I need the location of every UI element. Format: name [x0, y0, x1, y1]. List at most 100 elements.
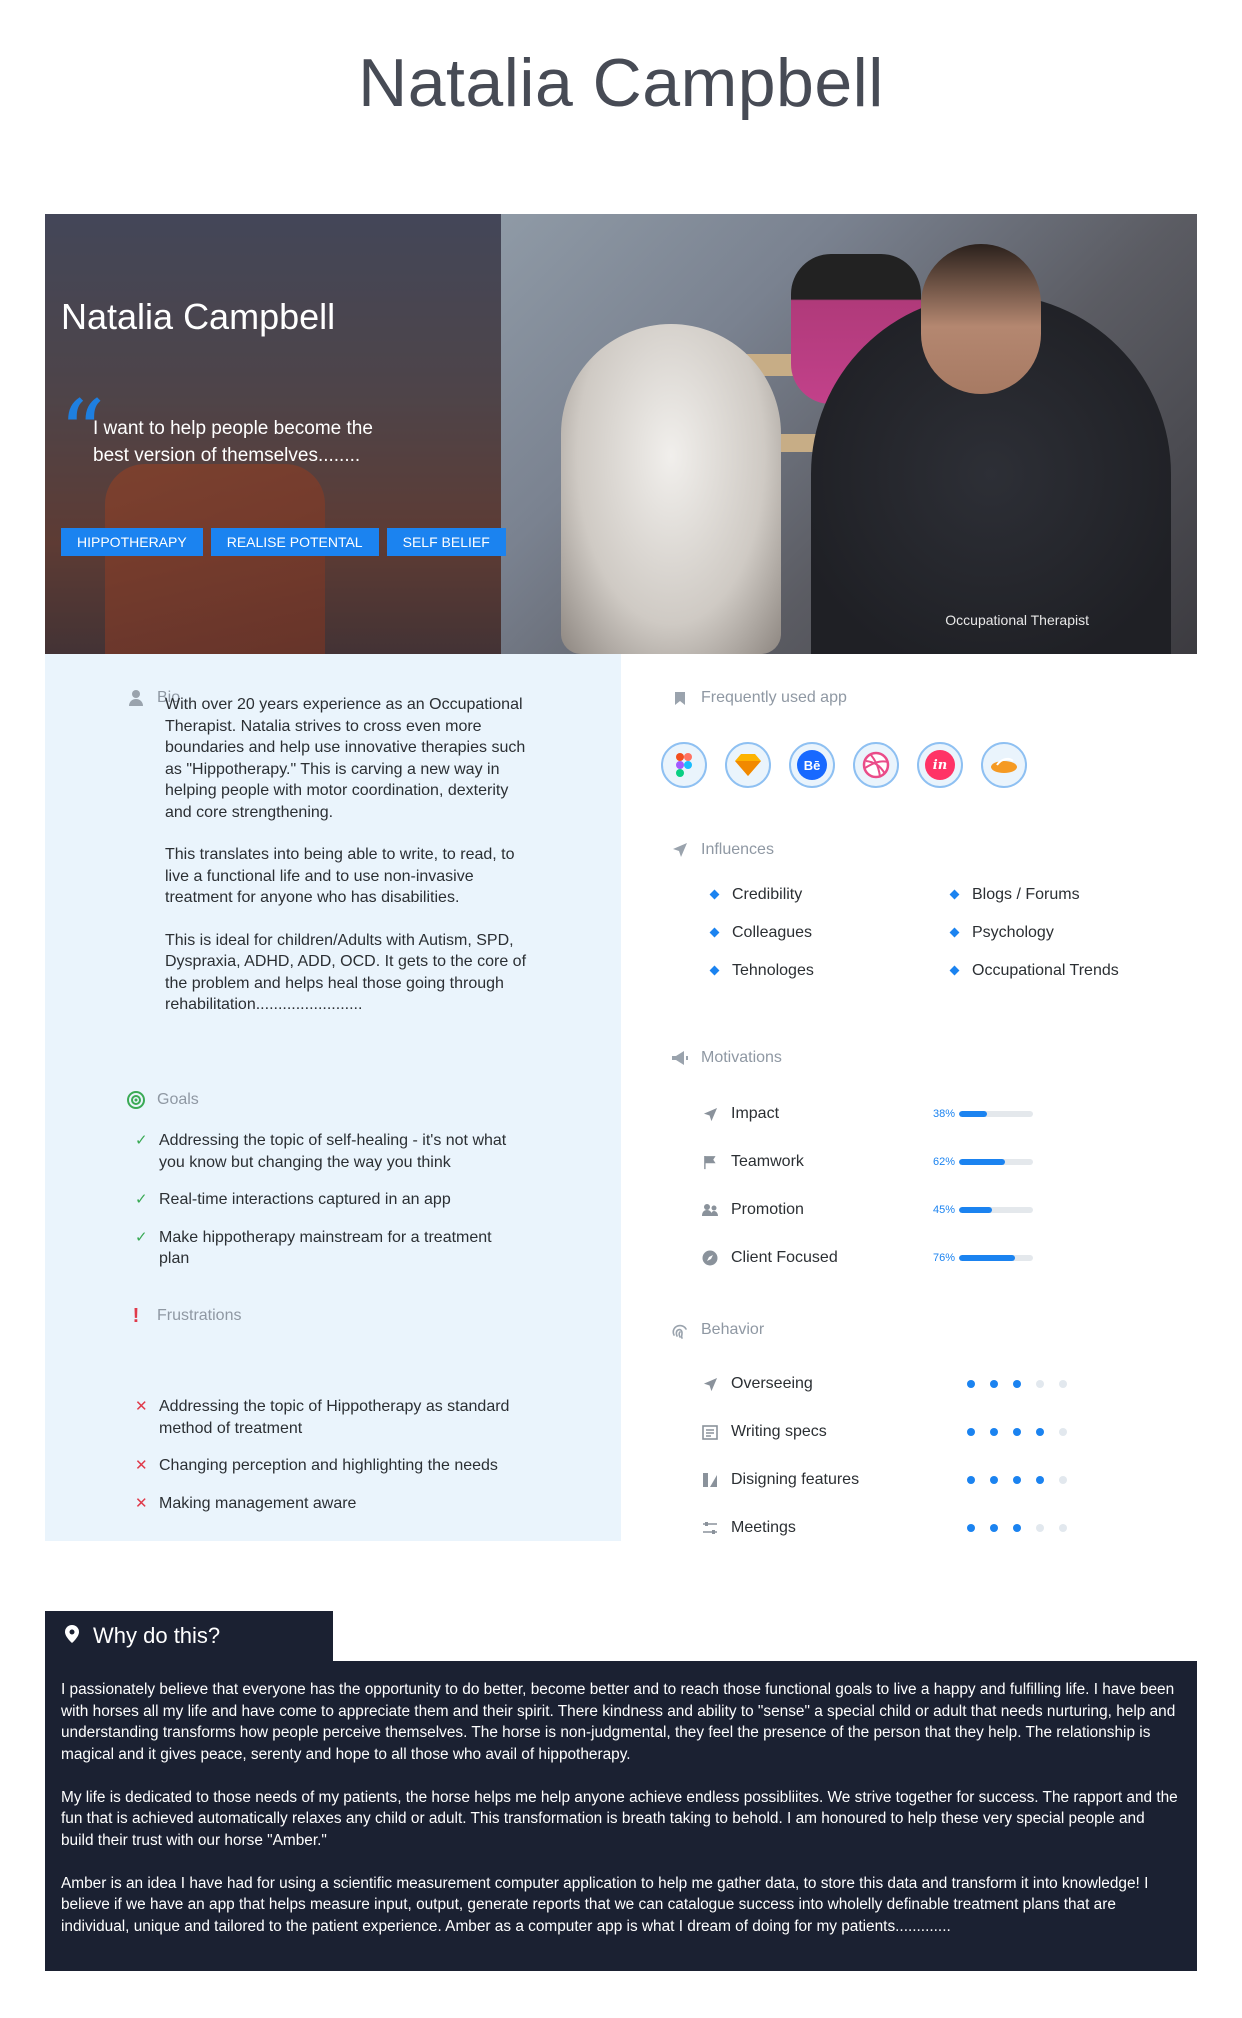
why-heading: Why do this? [45, 1611, 333, 1661]
rating-dot [990, 1380, 998, 1388]
invision-icon[interactable]: in [917, 742, 963, 788]
tag[interactable]: REALISE POTENTAL [210, 528, 379, 556]
hero-name: Natalia Campbell [61, 296, 336, 337]
apps-heading: Frequently used app [669, 687, 847, 709]
rating-dots [967, 1476, 1067, 1484]
bio-paragraph: This is ideal for children/Adults with A… [165, 931, 527, 1014]
sketch-icon[interactable] [725, 742, 771, 788]
frustrations-list: ✕ Addressing the topic of Hippotherapy as… [135, 1396, 515, 1530]
list-item: ✕ Addressing the topic of Hippotherapy as… [135, 1396, 515, 1439]
progress-bar [959, 1255, 1033, 1261]
rating-dot [1013, 1476, 1021, 1484]
progress-fill [959, 1207, 993, 1213]
influences-heading: Influences [669, 839, 774, 861]
bio-paragraph: This translates into being able to write… [165, 846, 515, 906]
list-item: ✓ Addressing the topic of self-healing - … [135, 1130, 515, 1173]
behavior-row: Overseeing [701, 1360, 1121, 1408]
list-item: Colleagues [709, 922, 951, 943]
bullet-icon [949, 927, 960, 938]
rating-dot [1059, 1476, 1067, 1484]
rating-dot [1036, 1524, 1044, 1532]
frustrations-heading: ! Frustrations [125, 1304, 242, 1327]
list-item: Tehnologes [709, 960, 951, 981]
swift-icon[interactable] [981, 742, 1027, 788]
why-paragraph: My life is dedicated to those needs of m… [61, 1788, 1178, 1849]
rating-dots [967, 1380, 1067, 1388]
figma-icon[interactable] [661, 742, 707, 788]
rating-dot [967, 1380, 975, 1388]
navigation-icon [701, 1105, 719, 1123]
right-panel: Frequently used app Bē in Influences Cre… [621, 654, 1197, 1541]
motivation-row: Client Focused 76% [701, 1234, 1121, 1282]
progress-bar [959, 1159, 1033, 1165]
target-icon [125, 1089, 147, 1111]
why-body: I passionately believe that everyone has… [45, 1661, 1197, 1971]
navigation-icon [701, 1375, 719, 1393]
bullet-icon [949, 965, 960, 976]
rating-dots [967, 1428, 1067, 1436]
list-item: Credibility [709, 884, 951, 905]
rating-dot [1013, 1524, 1021, 1532]
bullet-icon [949, 889, 960, 900]
rating-dot [1036, 1476, 1044, 1484]
flag-icon [701, 1153, 719, 1171]
progress-fill [959, 1255, 1016, 1261]
progress-bar [959, 1111, 1033, 1117]
bullet-icon [709, 965, 720, 976]
why-paragraph: Amber is an idea I have had for using a … [61, 1874, 1149, 1935]
hero-role: Occupational Therapist [945, 612, 1089, 628]
user-icon [125, 687, 147, 709]
left-panel: Bio With over 20 years experience as an … [45, 654, 621, 1541]
list-item: Psychology [949, 922, 1161, 943]
page-title: Natalia Campbell [358, 45, 884, 121]
document-icon [701, 1423, 719, 1441]
cross-icon: ✕ [135, 1457, 148, 1474]
motivation-row: Impact 38% [701, 1090, 1121, 1138]
behavior-row: Writing specs [701, 1408, 1121, 1456]
rating-dot [1013, 1428, 1021, 1436]
exclamation-icon: ! [132, 1304, 140, 1327]
motivations-heading: Motivations [669, 1047, 782, 1069]
dribbble-icon[interactable] [853, 742, 899, 788]
behavior-row: Disigning features [701, 1456, 1121, 1504]
rating-dots [967, 1524, 1067, 1532]
list-item: ✓ Real-time interactions captured in an a… [135, 1189, 515, 1211]
rating-dot [1036, 1428, 1044, 1436]
bio-text: With over 20 years experience as an Occu… [165, 694, 535, 1037]
cross-icon: ✕ [135, 1494, 148, 1512]
rating-dot [1059, 1428, 1067, 1436]
bookmark-icon [669, 687, 691, 709]
hero-photo-right [501, 214, 1197, 654]
tag[interactable]: SELF BELIEF [386, 528, 506, 556]
behance-icon[interactable]: Bē [789, 742, 835, 788]
bio-paragraph: With over 20 years experience as an Occu… [165, 696, 526, 821]
why-paragraph: I passionately believe that everyone has… [61, 1681, 1176, 1763]
bullet-icon [709, 889, 720, 900]
check-icon: ✓ [135, 1191, 148, 1208]
tag[interactable]: HIPPOTHERAPY [61, 528, 203, 556]
goals-list: ✓ Addressing the topic of self-healing - … [135, 1130, 515, 1286]
rating-dot [1036, 1380, 1044, 1388]
rating-dot [967, 1428, 975, 1436]
hero-banner: Natalia Campbell “ I want to help people… [45, 214, 1197, 654]
design-icon [701, 1471, 719, 1489]
motivation-row: Teamwork 62% [701, 1138, 1121, 1186]
list-item: ✓ Make hippotherapy mainstream for a trea… [135, 1227, 515, 1270]
bullet-icon [709, 927, 720, 938]
compass-icon [701, 1249, 719, 1267]
check-icon: ✓ [135, 1132, 148, 1149]
navigation-icon [669, 839, 691, 861]
progress-fill [959, 1159, 1005, 1165]
behavior-heading: Behavior [669, 1319, 764, 1341]
progress-fill [959, 1111, 988, 1117]
tag-list: HIPPOTHERAPY REALISE POTENTAL SELF BELIE… [61, 528, 506, 556]
cross-icon: ✕ [135, 1398, 148, 1415]
location-pin-icon [65, 1623, 79, 1649]
rating-dot [990, 1428, 998, 1436]
team-icon [701, 1201, 719, 1219]
goals-heading: Goals [125, 1089, 199, 1111]
check-icon: ✓ [135, 1228, 148, 1246]
list-item: ✕ Making management aware [135, 1493, 515, 1515]
megaphone-icon [669, 1047, 691, 1069]
list-item: Occupational Trends [949, 960, 1161, 981]
